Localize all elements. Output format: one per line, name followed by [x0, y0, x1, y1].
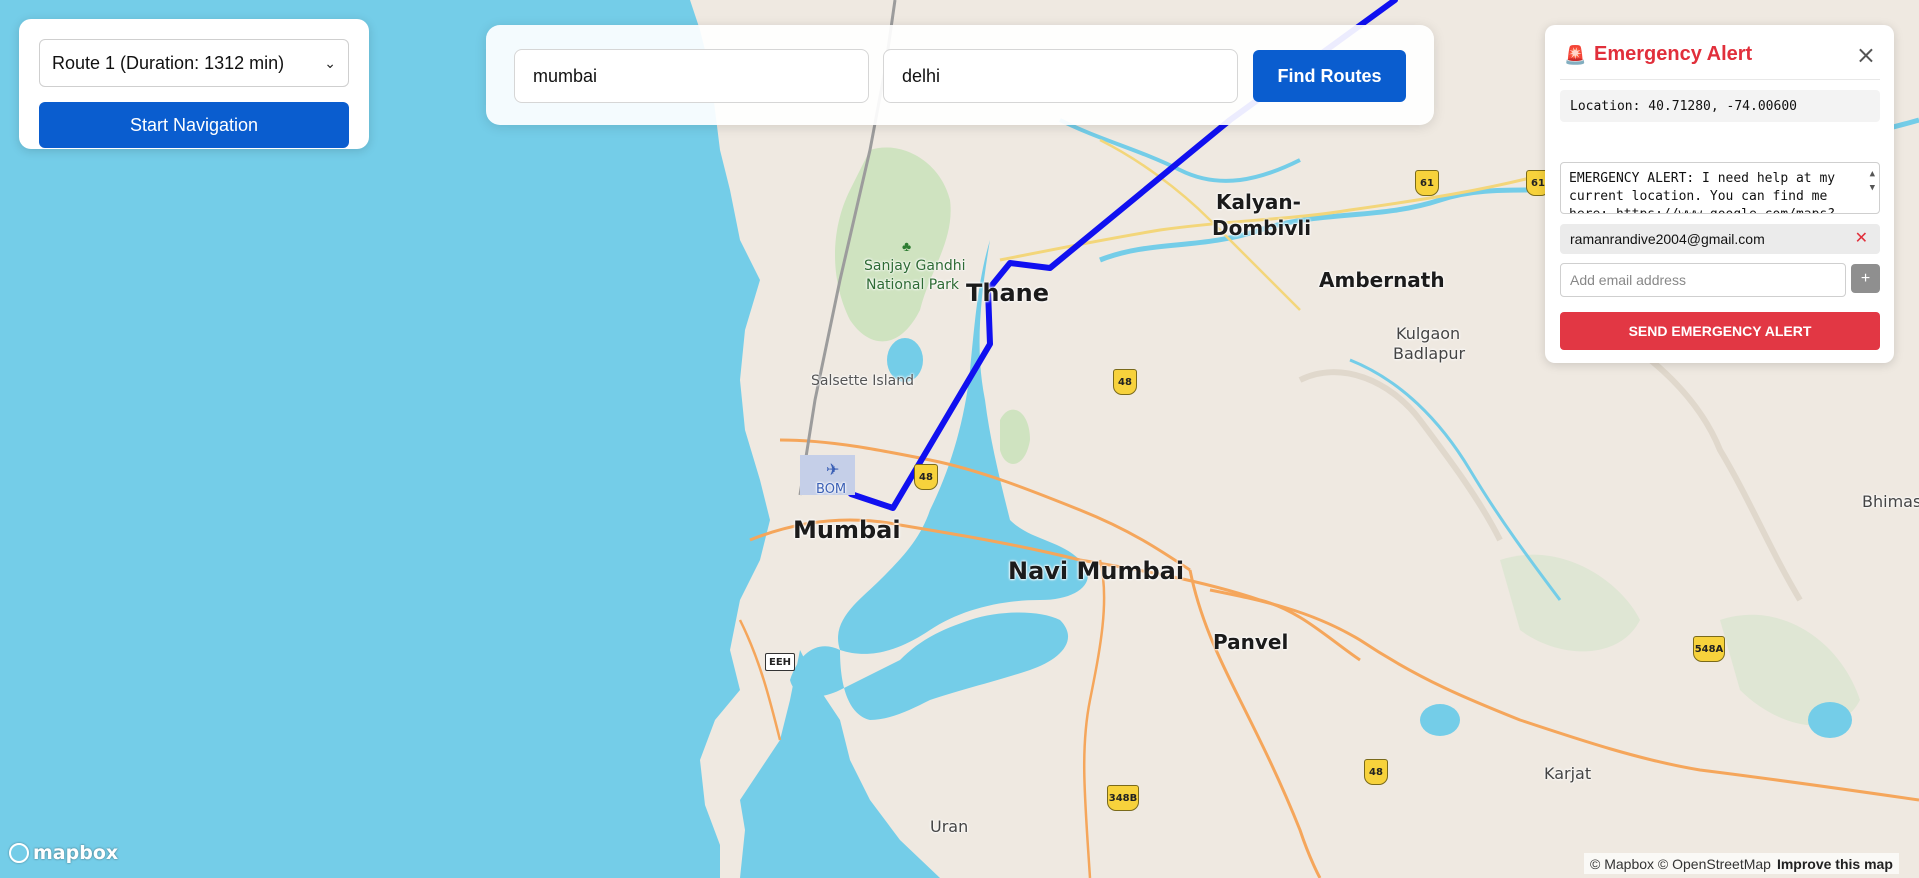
- search-panel: mumbai delhi Find Routes: [486, 25, 1434, 125]
- scrollbar-arrows[interactable]: ▲ ▼: [1870, 167, 1875, 195]
- airport-icon: ✈: [826, 462, 840, 479]
- map-attribution: © Mapbox © OpenStreetMap Improve this ma…: [1584, 853, 1899, 874]
- map-label-kalyan-2: Dombivli: [1212, 216, 1312, 240]
- route-panel: Route 1 (Duration: 1312 min) ⌄ Start Nav…: [19, 19, 369, 149]
- find-routes-button[interactable]: Find Routes: [1253, 50, 1406, 102]
- origin-input[interactable]: mumbai: [514, 49, 869, 103]
- map-label-karjat: Karjat: [1544, 764, 1592, 783]
- siren-icon: 🚨: [1564, 45, 1587, 65]
- send-emergency-alert-button[interactable]: SEND EMERGENCY ALERT: [1560, 312, 1880, 350]
- map-label-uran: Uran: [930, 817, 969, 836]
- location-display: Location: 40.71280, -74.00600: [1560, 90, 1880, 122]
- emergency-message-textarea[interactable]: EMERGENCY ALERT: I need help at my curre…: [1560, 162, 1880, 214]
- highway-shield: EEH: [765, 653, 795, 671]
- highway-shield: 61: [1415, 170, 1439, 196]
- map-label-sanjay-2: National Park: [866, 277, 960, 293]
- emergency-message-text: EMERGENCY ALERT: I need help at my curre…: [1569, 171, 1836, 213]
- start-navigation-button[interactable]: Start Navigation: [39, 102, 349, 148]
- map-label-ambernath: Ambernath: [1319, 268, 1445, 292]
- highway-shield: 48: [914, 464, 938, 490]
- highway-shield: 48: [1364, 759, 1388, 785]
- highway-shield: 48: [1113, 369, 1137, 395]
- map-label-navi-mumbai: Navi Mumbai: [1008, 557, 1185, 585]
- map-label-mumbai: Mumbai: [793, 516, 901, 544]
- add-email-input[interactable]: Add email address: [1560, 263, 1846, 297]
- mapbox-logo-icon: [9, 843, 29, 863]
- email-recipient: ramanrandive2004@gmail.com ✕: [1560, 224, 1880, 254]
- tree-icon: ♣: [902, 238, 912, 254]
- mapbox-logo[interactable]: mapbox: [9, 842, 118, 864]
- highway-shield: 348B: [1107, 785, 1139, 811]
- map-label-bhimash: Bhimash: [1862, 492, 1919, 511]
- map-label-salsette: Salsette Island: [811, 373, 914, 389]
- attribution-text[interactable]: © Mapbox © OpenStreetMap: [1590, 856, 1771, 872]
- mapbox-logo-text: mapbox: [33, 842, 119, 864]
- remove-email-icon[interactable]: ✕: [1855, 228, 1868, 248]
- route-select-value: Route 1 (Duration: 1312 min): [52, 52, 285, 73]
- add-email-button[interactable]: +: [1851, 264, 1880, 293]
- emergency-header: 🚨 Emergency Alert ×: [1560, 39, 1880, 80]
- destination-input[interactable]: delhi: [883, 49, 1238, 103]
- map-label-sanjay-1: Sanjay Gandhi: [864, 258, 966, 274]
- map-label-kulgaon-1: Kulgaon: [1396, 324, 1461, 343]
- map-label-kalyan-1: Kalyan-: [1216, 190, 1301, 214]
- highway-shield: 548A: [1693, 636, 1725, 662]
- email-recipient-address: ramanrandive2004@gmail.com: [1570, 231, 1765, 247]
- map-label-panvel: Panvel: [1213, 630, 1289, 654]
- emergency-panel: 🚨 Emergency Alert × Location: 40.71280, …: [1545, 25, 1894, 363]
- emergency-title: Emergency Alert: [1594, 43, 1753, 65]
- map-label-kulgaon-2: Badlapur: [1393, 344, 1466, 363]
- close-icon[interactable]: ×: [1856, 41, 1876, 69]
- map-label-thane: Thane: [966, 279, 1050, 307]
- route-select[interactable]: Route 1 (Duration: 1312 min) ⌄: [39, 39, 349, 87]
- improve-map-link[interactable]: Improve this map: [1777, 856, 1893, 872]
- chevron-down-icon: ⌄: [324, 54, 336, 71]
- map-label-airport: BOM: [816, 482, 847, 497]
